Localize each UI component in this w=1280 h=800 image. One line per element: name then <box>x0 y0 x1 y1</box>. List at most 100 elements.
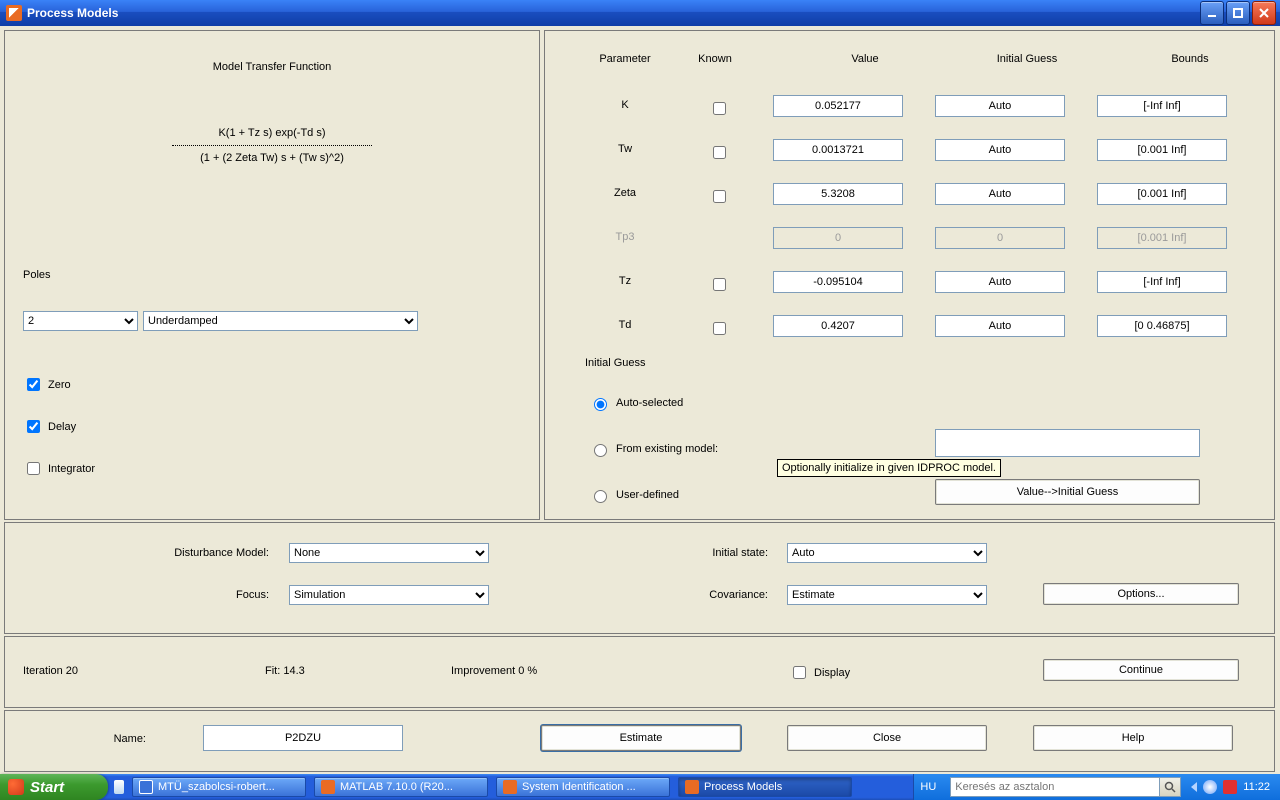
task-item-label: System Identification ... <box>522 781 636 793</box>
radio-existing-label: From existing model: <box>616 443 718 455</box>
radio-existing[interactable] <box>594 444 607 457</box>
display-checkbox[interactable] <box>793 666 806 679</box>
window-title: Process Models <box>27 6 118 20</box>
header-parameter: Parameter <box>585 53 665 65</box>
name-input[interactable] <box>203 725 403 751</box>
right-panel: Parameter Known Value Initial Guess Boun… <box>544 30 1275 520</box>
param-name: Tp3 <box>585 231 665 243</box>
radio-user[interactable] <box>594 490 607 503</box>
integrator-label: Integrator <box>48 463 95 475</box>
integrator-checkbox[interactable] <box>27 462 40 475</box>
delay-checkbox-row[interactable]: Delay <box>23 417 76 436</box>
tray-icon[interactable] <box>1203 780 1217 794</box>
continue-button[interactable]: Continue <box>1043 659 1239 681</box>
param-guess-input[interactable] <box>935 95 1065 117</box>
covariance-label: Covariance: <box>709 589 768 601</box>
task-item[interactable]: MATLAB 7.10.0 (R20... <box>314 777 488 797</box>
minimize-button[interactable] <box>1200 1 1224 25</box>
desktop-search[interactable] <box>950 777 1181 797</box>
display-checkbox-row[interactable]: Display <box>789 663 850 682</box>
param-bounds-input[interactable] <box>1097 95 1227 117</box>
task-item[interactable]: MTÜ_szabolcsi-robert... <box>132 777 306 797</box>
existing-model-input[interactable] <box>935 429 1200 457</box>
integrator-checkbox-row[interactable]: Integrator <box>23 459 95 478</box>
quicklaunch-icon[interactable] <box>114 780 124 794</box>
param-bounds-input[interactable] <box>1097 271 1227 293</box>
param-guess-input[interactable] <box>935 271 1065 293</box>
param-value-input[interactable] <box>773 95 903 117</box>
zero-label: Zero <box>48 379 71 391</box>
radio-existing-row[interactable]: From existing model: <box>589 441 718 457</box>
settings-panel: Disturbance Model: None Focus: Simulatio… <box>4 522 1275 634</box>
task-item-label: MTÜ_szabolcsi-robert... <box>158 781 275 793</box>
poles-count-select[interactable]: 2 <box>23 311 138 331</box>
param-value-input[interactable] <box>773 271 903 293</box>
tray-expand-icon[interactable] <box>1191 782 1197 792</box>
param-value-input[interactable] <box>773 315 903 337</box>
param-value-input[interactable] <box>773 183 903 205</box>
start-button[interactable]: Start <box>0 774 108 800</box>
task-item[interactable]: System Identification ... <box>496 777 670 797</box>
disturbance-select[interactable]: None <box>289 543 489 563</box>
radio-user-row[interactable]: User-defined <box>589 487 679 503</box>
title-bar: Process Models <box>0 0 1280 26</box>
poles-mode-select[interactable]: Underdamped <box>143 311 418 331</box>
param-name: Zeta <box>585 187 665 199</box>
param-known-checkbox[interactable] <box>713 146 726 159</box>
zero-checkbox[interactable] <box>27 378 40 391</box>
param-bounds-input <box>1097 227 1227 249</box>
param-bounds-input[interactable] <box>1097 315 1227 337</box>
start-orb-icon <box>8 779 24 795</box>
param-guess-input[interactable] <box>935 315 1065 337</box>
desktop-search-input[interactable] <box>951 779 1159 795</box>
param-value-input <box>773 227 903 249</box>
start-label: Start <box>30 779 64 796</box>
param-known-checkbox[interactable] <box>713 190 726 203</box>
param-known-checkbox[interactable] <box>713 278 726 291</box>
param-bounds-input[interactable] <box>1097 183 1227 205</box>
param-guess-input[interactable] <box>935 183 1065 205</box>
name-label: Name: <box>114 733 146 745</box>
param-bounds-input[interactable] <box>1097 139 1227 161</box>
close-button-main[interactable]: Close <box>787 725 987 751</box>
zero-checkbox-row[interactable]: Zero <box>23 375 71 394</box>
task-item-active[interactable]: Process Models <box>678 777 852 797</box>
delay-checkbox[interactable] <box>27 420 40 433</box>
param-guess-input[interactable] <box>935 139 1065 161</box>
maximize-button[interactable] <box>1226 1 1250 25</box>
tray-shield-icon[interactable] <box>1223 780 1237 794</box>
param-known-checkbox[interactable] <box>713 322 726 335</box>
radio-user-label: User-defined <box>616 489 679 501</box>
radio-auto[interactable] <box>594 398 607 411</box>
covariance-select[interactable]: Estimate <box>787 585 987 605</box>
fit-text: Fit: 14.3 <box>265 665 305 677</box>
left-panel: Model Transfer Function K(1 + Tz s) exp(… <box>4 30 540 520</box>
param-known-checkbox[interactable] <box>713 102 726 115</box>
initial-state-select[interactable]: Auto <box>787 543 987 563</box>
search-button[interactable] <box>1159 778 1180 796</box>
options-button[interactable]: Options... <box>1043 583 1239 605</box>
param-name: K <box>585 99 665 111</box>
estimate-button[interactable]: Estimate <box>541 725 741 751</box>
value-to-guess-button[interactable]: Value-->Initial Guess <box>935 479 1200 505</box>
display-label: Display <box>814 667 850 679</box>
tf-formula: K(1 + Tz s) exp(-Td s) (1 + (2 Zeta Tw) … <box>5 123 539 168</box>
focus-select[interactable]: Simulation <box>289 585 489 605</box>
tf-denominator: (1 + (2 Zeta Tw) s + (Tw s)^2) <box>5 148 539 168</box>
radio-auto-row[interactable]: Auto-selected <box>589 395 683 411</box>
taskbar: Start MTÜ_szabolcsi-robert... MATLAB 7.1… <box>0 774 1280 800</box>
language-indicator[interactable]: HU <box>920 781 936 793</box>
word-icon <box>139 780 153 794</box>
task-item-label: MATLAB 7.10.0 (R20... <box>340 781 453 793</box>
header-bounds: Bounds <box>1130 53 1250 65</box>
tooltip: Optionally initialize in given IDPROC mo… <box>777 459 1001 477</box>
task-item-label: Process Models <box>704 781 782 793</box>
clock[interactable]: 11:22 <box>1243 781 1270 793</box>
help-button[interactable]: Help <box>1033 725 1233 751</box>
radio-auto-label: Auto-selected <box>616 397 683 409</box>
close-button[interactable] <box>1252 1 1276 25</box>
param-value-input[interactable] <box>773 139 903 161</box>
tf-title: Model Transfer Function <box>5 61 539 73</box>
matlab-icon <box>685 780 699 794</box>
poles-label: Poles <box>23 269 51 281</box>
